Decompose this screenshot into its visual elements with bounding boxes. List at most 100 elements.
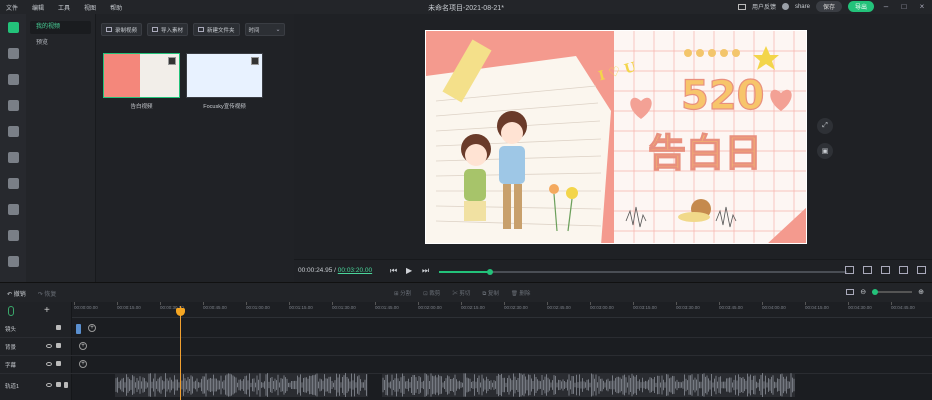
prev-frame-icon[interactable]: ⏮	[390, 266, 397, 276]
fit-icon[interactable]	[846, 289, 855, 295]
ruler-tick	[461, 302, 462, 305]
lock-icon[interactable]: ▣	[817, 143, 833, 159]
minimize-icon[interactable]: –	[880, 2, 892, 11]
next-frame-icon[interactable]: ⏭	[422, 266, 429, 276]
crop-button[interactable]: ⊡ 裁剪	[423, 289, 440, 298]
trash-icon[interactable]	[64, 382, 68, 388]
sidebar-settings[interactable]	[0, 248, 26, 274]
ruler-tick	[762, 302, 763, 305]
media-item[interactable]: Focusky宣传视频	[186, 53, 263, 111]
delete-button[interactable]: 🗑 删除	[511, 289, 531, 298]
lock-icon[interactable]	[56, 343, 61, 348]
folder-icon	[7, 125, 19, 137]
menu-view[interactable]: 视图	[84, 3, 96, 12]
grid-icon[interactable]	[863, 266, 872, 274]
ruler-tick-label: 00:01:45.00	[375, 305, 399, 310]
text-icon	[7, 73, 19, 85]
progress-handle[interactable]	[487, 269, 493, 275]
lock-icon[interactable]	[56, 325, 61, 330]
redo-button[interactable]: ↷ 恢复	[38, 289, 57, 298]
total-time[interactable]: 00:03:20.00	[338, 267, 372, 274]
zoom-slider[interactable]	[872, 289, 913, 295]
track-row-camera: 镜头 +	[0, 320, 932, 338]
cut-button[interactable]: ✂ 剪切	[452, 289, 470, 298]
sort-select[interactable]: 时间 ⌄	[244, 23, 285, 36]
library-item-my-videos[interactable]: 我的视频	[30, 21, 91, 34]
undo-label: 撤销	[13, 292, 26, 298]
play-icon[interactable]: ▶	[406, 266, 412, 275]
export-button[interactable]: 导出	[847, 1, 874, 12]
add-clip-icon[interactable]: +	[79, 342, 87, 350]
person-icon	[7, 203, 19, 215]
sidebar-magic[interactable]	[0, 170, 26, 196]
audio-clip[interactable]	[382, 373, 795, 397]
copy-button[interactable]: ⧉ 复制	[482, 289, 498, 298]
eye-icon[interactable]	[46, 344, 52, 348]
preview-canvas[interactable]: 520 告白日 I ♡ U	[425, 30, 807, 244]
sort-value: 时间	[248, 27, 260, 34]
lock-icon[interactable]	[56, 361, 61, 366]
sidebar-filter[interactable]	[0, 222, 26, 248]
track-marker-icon	[8, 306, 14, 316]
ruler-tick-label: 00:01:15.00	[289, 305, 313, 310]
split-button[interactable]: ⊞ 分割	[394, 289, 411, 298]
camera-icon[interactable]	[881, 266, 890, 274]
new-folder-button[interactable]: 新建文件夹	[193, 23, 240, 36]
record-video-button[interactable]: 录制视频	[101, 23, 143, 36]
track-name: 轨道1	[5, 384, 20, 390]
menu-file[interactable]: 文件	[6, 3, 18, 12]
sidebar-home[interactable]	[0, 14, 26, 40]
close-icon[interactable]: ×	[916, 2, 928, 11]
sidebar-effect[interactable]	[0, 92, 26, 118]
undo-button[interactable]: ↶ 撤销	[7, 289, 26, 298]
sidebar-person[interactable]	[0, 196, 26, 222]
sidebar-subtitle[interactable]	[0, 144, 26, 170]
zoom-in-icon[interactable]: ⊕	[918, 288, 924, 296]
playback-progress[interactable]	[439, 269, 847, 275]
menu-tools[interactable]: 工具	[58, 3, 70, 12]
preview-right-tools	[845, 266, 926, 274]
import-media-button[interactable]: 导入素材	[147, 23, 189, 36]
library-item-preview[interactable]: 预览	[30, 37, 91, 50]
snapshot-icon[interactable]	[845, 266, 854, 274]
magic-icon	[7, 177, 19, 189]
music-icon	[7, 47, 19, 59]
fullscreen-icon[interactable]: ⤢	[817, 118, 833, 134]
undo-icon: ↶	[7, 292, 14, 298]
maximize-icon[interactable]: □	[898, 2, 910, 11]
sidebar-folder[interactable]	[0, 118, 26, 144]
menu-help[interactable]: 帮助	[110, 3, 122, 12]
lock-icon[interactable]	[56, 382, 61, 387]
add-track-button[interactable]: +	[44, 305, 50, 316]
add-clip-icon[interactable]: +	[79, 360, 87, 368]
user-icon[interactable]	[781, 3, 789, 10]
save-button[interactable]: 保存	[815, 1, 842, 12]
sidebar-music[interactable]	[0, 40, 26, 66]
menu-edit[interactable]: 编辑	[32, 3, 44, 12]
waveform	[250, 373, 367, 397]
ruler-tick-label: 00:04:30.00	[848, 305, 872, 310]
ruler-tick	[891, 302, 892, 305]
audio-clip[interactable]	[250, 373, 368, 397]
timeline-toolbar: ↶ 撤销 ↷ 恢复 ⊞ 分割 ⊡ 裁剪 ✂ 剪切 ⧉ 复制 🗑 删除 ⊖ ⊕	[0, 282, 932, 302]
media-item[interactable]: 告白视频	[103, 53, 180, 111]
add-clip-icon[interactable]: +	[88, 324, 96, 332]
feedback-link[interactable]: 用户反馈	[752, 2, 776, 11]
eye-icon[interactable]	[46, 383, 52, 387]
zoom-out-icon[interactable]: ⊖	[860, 288, 866, 296]
media-toolbar: 录制视频 导入素材 新建文件夹 时间 ⌄	[101, 23, 285, 36]
ruler-tick	[848, 302, 849, 305]
track-clip-marker[interactable]	[76, 324, 81, 334]
zoom-handle[interactable]	[872, 289, 879, 295]
volume-icon[interactable]	[899, 266, 908, 274]
ruler-tick-label: 00:03:15.00	[633, 305, 657, 310]
audio-clip[interactable]	[115, 373, 250, 397]
timeline-playhead[interactable]	[176, 306, 185, 400]
menu-bar: 文件 编辑 工具 视图 帮助 未命名项目-2021-08-21* 用户反馈 sh…	[0, 0, 932, 14]
feedback-icon[interactable]	[737, 3, 746, 10]
eye-icon[interactable]	[46, 362, 52, 366]
timeline-ruler[interactable]: 00:00:00.00 00:00:15.00 00:00:30.00 00:00:4…	[72, 302, 932, 318]
share-link[interactable]: share	[795, 4, 810, 10]
sidebar-text[interactable]	[0, 66, 26, 92]
expand-icon[interactable]	[917, 266, 926, 274]
